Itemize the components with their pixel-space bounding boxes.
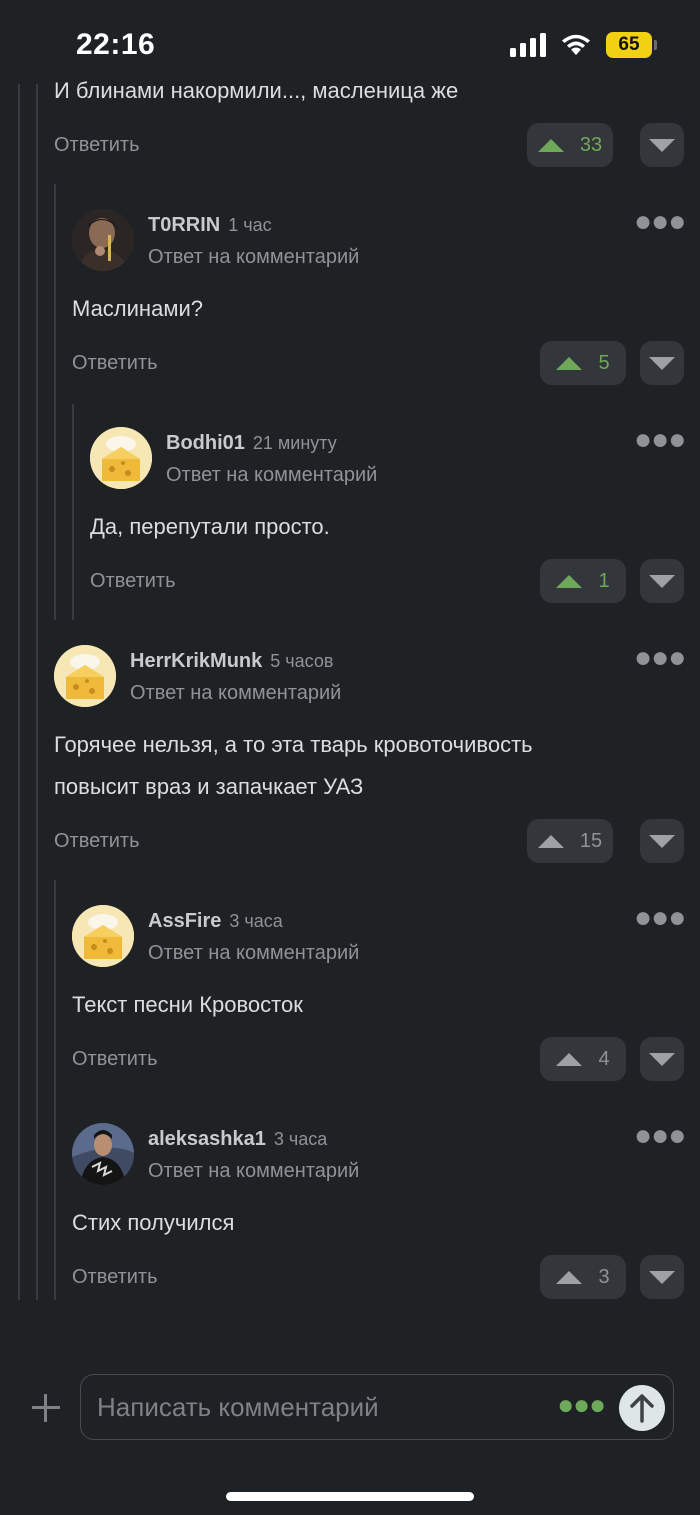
- upvote-icon: [537, 834, 564, 848]
- signal-icon: [510, 33, 546, 57]
- upvote-icon: [537, 138, 564, 152]
- downvote-icon: [649, 356, 675, 370]
- typing-dots-icon: ●●●: [557, 1389, 606, 1420]
- comment-text: И блинами накормили..., масленица же: [54, 78, 459, 103]
- reply-link[interactable]: Ответить: [72, 352, 158, 375]
- upvote-button[interactable]: 4: [540, 1037, 626, 1081]
- username[interactable]: Bodhi01 21 минуту: [166, 432, 337, 455]
- more-icon[interactable]: ●●●: [634, 207, 686, 237]
- thread-line: [54, 880, 56, 1300]
- comment-time: 1 час: [228, 215, 272, 235]
- username[interactable]: aleksashka1 3 часа: [148, 1128, 327, 1151]
- reply-link[interactable]: Ответить: [54, 134, 140, 157]
- downvote-icon: [649, 834, 675, 848]
- upvote-button[interactable]: 1: [540, 559, 626, 603]
- reply-to-link[interactable]: Ответ на комментарий: [148, 1160, 359, 1183]
- more-icon[interactable]: ●●●: [634, 643, 686, 673]
- status-icons: 65: [510, 32, 657, 58]
- downvote-button[interactable]: [640, 341, 684, 385]
- comment-time: 21 минуту: [252, 433, 337, 453]
- upvote-icon: [556, 1052, 583, 1066]
- upvote-button[interactable]: 33: [527, 123, 613, 167]
- reply-to-link[interactable]: Ответ на комментарий: [148, 246, 359, 269]
- user-photo-icon: [72, 209, 134, 271]
- more-icon[interactable]: ●●●: [634, 425, 686, 455]
- upvote-button[interactable]: 3: [540, 1255, 626, 1299]
- more-icon[interactable]: ●●●: [634, 903, 686, 933]
- downvote-icon: [649, 574, 675, 588]
- comment-text: Да, перепутали просто.: [90, 514, 330, 539]
- comment-text-line: повысит враз и запачкает УАЗ: [54, 774, 364, 799]
- comment-time: 5 часов: [270, 651, 334, 671]
- home-indicator[interactable]: [226, 1492, 474, 1501]
- send-button[interactable]: [619, 1385, 665, 1431]
- avatar[interactable]: [90, 427, 152, 489]
- send-arrow-icon: [630, 1394, 654, 1423]
- avatar[interactable]: [54, 645, 116, 707]
- cheese-avatar-icon: [72, 905, 134, 967]
- reply-link[interactable]: Ответить: [90, 570, 176, 593]
- status-bar: 22:16 65: [0, 0, 700, 80]
- reply-link[interactable]: Ответить: [72, 1048, 158, 1071]
- downvote-icon: [649, 1052, 675, 1066]
- comments-screen: 22:16 65 И блинами накормили..., маслени…: [0, 0, 700, 1515]
- more-icon[interactable]: ●●●: [634, 1121, 686, 1151]
- downvote-button[interactable]: [640, 819, 684, 863]
- cheese-avatar-icon: [54, 645, 116, 707]
- reply-link[interactable]: Ответить: [54, 830, 140, 853]
- comment-input[interactable]: [97, 1387, 557, 1427]
- username[interactable]: T0RRIN 1 час: [148, 214, 272, 237]
- vote-count: 33: [579, 133, 603, 156]
- reply-to-link[interactable]: Ответ на комментарий: [130, 682, 341, 705]
- thread-line: [36, 84, 38, 1300]
- downvote-button[interactable]: [640, 1037, 684, 1081]
- comment-text-line: Горячее нельзя, а то эта тварь кровоточи…: [54, 732, 533, 757]
- downvote-button[interactable]: [640, 559, 684, 603]
- upvote-button[interactable]: 5: [540, 341, 626, 385]
- downvote-icon: [649, 1270, 675, 1284]
- comment-text: Маслинами?: [72, 296, 203, 321]
- status-time: 22:16: [76, 28, 156, 61]
- reply-to-link[interactable]: Ответ на комментарий: [148, 942, 359, 965]
- vote-count: 5: [598, 351, 610, 374]
- username[interactable]: HerrKrikMunk 5 часов: [130, 650, 333, 673]
- user-photo-icon: [72, 1123, 134, 1185]
- battery-icon: 65: [606, 32, 657, 58]
- avatar[interactable]: [72, 209, 134, 271]
- thread-line: [18, 84, 20, 1300]
- cheese-avatar-icon: [90, 427, 152, 489]
- avatar[interactable]: [72, 905, 134, 967]
- comment-text: Текст песни Кровосток: [72, 992, 303, 1017]
- thread-line: [54, 184, 56, 620]
- thread-line: [72, 404, 74, 620]
- username[interactable]: AssFire 3 часа: [148, 910, 283, 933]
- upvote-button[interactable]: 15: [527, 819, 613, 863]
- plus-icon[interactable]: [30, 1392, 62, 1424]
- vote-count: 1: [598, 569, 610, 592]
- upvote-icon: [556, 1270, 583, 1284]
- comment-time: 3 часа: [273, 1129, 328, 1149]
- downvote-icon: [649, 138, 675, 152]
- comment-composer: ●●●: [80, 1374, 674, 1440]
- reply-link[interactable]: Ответить: [72, 1266, 158, 1289]
- reply-to-link[interactable]: Ответ на комментарий: [166, 464, 377, 487]
- comment-text: Стих получился: [72, 1210, 235, 1235]
- upvote-icon: [556, 356, 583, 370]
- downvote-button[interactable]: [640, 1255, 684, 1299]
- vote-count: 4: [598, 1047, 610, 1070]
- downvote-button[interactable]: [640, 123, 684, 167]
- upvote-icon: [556, 574, 583, 588]
- comment-time: 3 часа: [229, 911, 283, 931]
- avatar[interactable]: [72, 1123, 134, 1185]
- vote-count: 15: [579, 829, 603, 852]
- wifi-icon: [562, 34, 590, 55]
- vote-count: 3: [598, 1265, 610, 1288]
